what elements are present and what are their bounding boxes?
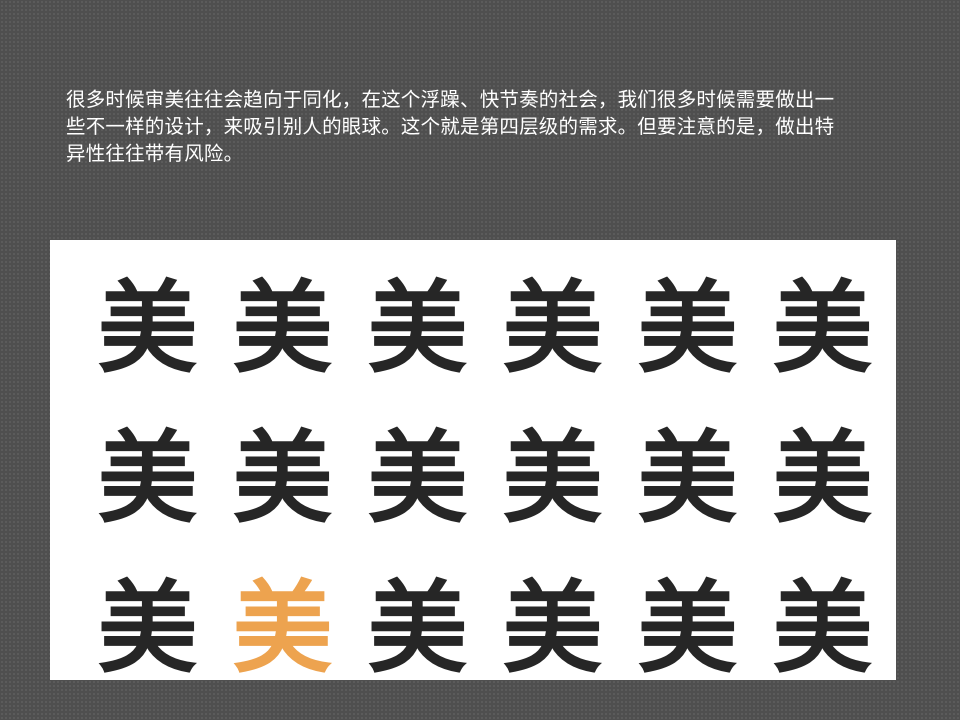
glyph: 美 [772,570,873,687]
glyph: 美 [637,270,738,387]
glyph: 美 [97,570,198,687]
glyph: 美 [97,270,198,387]
paragraph-line: 些不一样的设计，来吸引别人的眼球。这个就是第四层级的需求。但要注意的是，做出特 [66,115,835,138]
glyph: 美 [367,570,468,687]
highlighted-glyph: 美 [232,570,333,687]
glyph: 美 [502,270,603,387]
paragraph-line: 很多时候审美往往会趋向于同化，在这个浮躁、快节奏的社会，我们很多时候需要做出一 [66,88,835,111]
paragraph-line: 异性往往带有风险。 [66,142,244,165]
glyph: 美 [97,420,198,537]
glyph: 美 [232,420,333,537]
glyph: 美 [232,270,333,387]
glyph: 美 [367,270,468,387]
glyph: 美 [502,420,603,537]
glyph: 美 [637,420,738,537]
glyph: 美 [772,270,873,387]
glyph: 美 [367,420,468,537]
glyph: 美 [502,570,603,687]
slide: 很多时候审美往往会趋向于同化，在这个浮躁、快节奏的社会，我们很多时候需要做出一 … [0,0,960,720]
illustration-panel: 美美美美美美美美美美美美美美美美美美 [50,240,896,680]
character-grid: 美美美美美美美美美美美美美美美美美美 [82,254,892,704]
body-paragraph: 很多时候审美往往会趋向于同化，在这个浮躁、快节奏的社会，我们很多时候需要做出一 … [66,86,911,167]
glyph: 美 [637,570,738,687]
glyph: 美 [772,420,873,537]
